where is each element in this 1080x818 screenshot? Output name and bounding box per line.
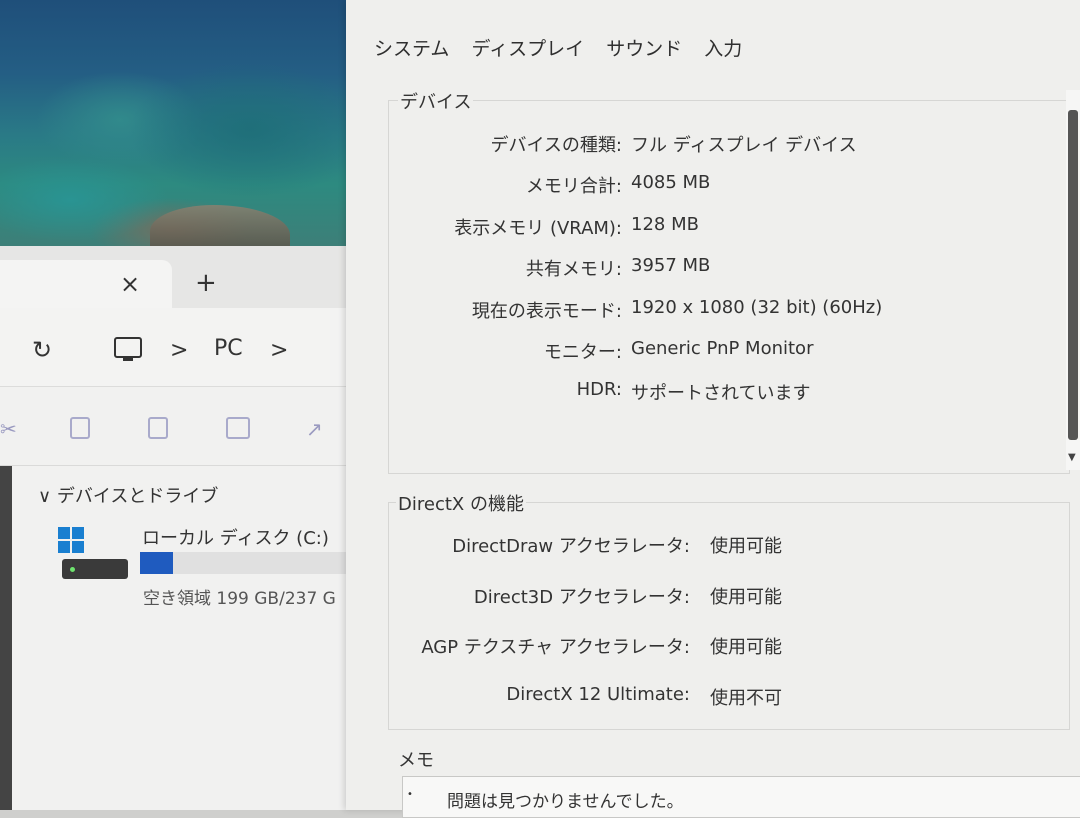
explorer-tab[interactable]: × — [0, 260, 172, 308]
devices-and-drives-header[interactable]: ∨ デバイスとドライブ — [38, 482, 218, 508]
tab-display[interactable]: ディスプレイ — [471, 38, 584, 60]
memo-title: メモ — [396, 746, 436, 772]
computer-icon[interactable] — [114, 337, 142, 361]
dx12-ultimate-label: DirectX 12 Ultimate: — [506, 684, 690, 705]
cut-icon[interactable]: ✂ — [0, 417, 22, 441]
directdraw-value: 使用可能 — [710, 536, 782, 557]
display-mode-value: 1920 x 1080 (32 bit) (60Hz) — [631, 297, 883, 318]
agp-texture-value: 使用可能 — [710, 637, 782, 658]
monitor-label: モニター: — [543, 342, 622, 363]
display-mode-label: 現在の表示モード: — [471, 301, 622, 322]
tab-system[interactable]: システム — [374, 38, 449, 60]
rename-icon[interactable] — [226, 417, 250, 439]
device-group-title: デバイス — [398, 88, 474, 114]
explorer-tab-bar: × + — [0, 246, 346, 308]
total-memory-value: 4085 MB — [631, 172, 711, 193]
directx-features-title: DirectX の機能 — [396, 490, 526, 516]
directdraw-label: DirectDraw アクセラレータ: — [452, 536, 690, 557]
paste-icon[interactable] — [148, 417, 170, 439]
monitor-value: Generic PnP Monitor — [631, 338, 814, 359]
drive-name[interactable]: ローカル ディスク (C:) — [142, 524, 329, 550]
close-tab-icon[interactable]: × — [120, 270, 140, 298]
drive-usage-fill — [140, 552, 173, 574]
tab-sound[interactable]: サウンド — [606, 38, 682, 60]
desktop-wallpaper — [0, 0, 346, 246]
file-explorer-window: × + ↻ > PC > ✂ ↗ ∨ デバイスとドライブ ローカル ディスク (… — [0, 246, 346, 810]
copy-icon[interactable] — [70, 417, 92, 439]
drive-free-space: 空き領域 199 GB/237 G — [143, 589, 336, 609]
dxdiag-tab-strip: システム ディスプレイ サウンド 入力 — [374, 34, 758, 61]
memo-text: 問題は見つかりませんでした。 — [447, 792, 684, 812]
drive-usage-bar — [140, 552, 346, 574]
hdr-value: サポートされています — [631, 383, 811, 404]
scroll-down-arrow-icon[interactable]: ▼ — [1068, 452, 1076, 463]
tab-input[interactable]: 入力 — [704, 38, 742, 60]
windows-logo-icon — [58, 527, 84, 553]
share-icon[interactable]: ↗ — [306, 417, 328, 441]
direct3d-label: Direct3D アクセラレータ: — [473, 587, 690, 608]
shared-memory-value: 3957 MB — [631, 255, 711, 276]
device-list-scrollbar[interactable]: ▼ — [1066, 90, 1080, 470]
breadcrumb-chevron-icon[interactable]: > — [170, 338, 188, 363]
agp-texture-label: AGP テクスチャ アクセラレータ: — [421, 637, 690, 658]
drive-icon[interactable] — [62, 559, 128, 579]
total-memory-label: メモリ合計: — [525, 176, 622, 197]
hdr-label: HDR: — [576, 379, 622, 400]
direct3d-value: 使用可能 — [710, 587, 782, 608]
directx-diagnostic-window: システム ディスプレイ サウンド 入力 デバイス デバイスの種類: フル ディス… — [346, 0, 1080, 818]
refresh-icon[interactable]: ↻ — [32, 336, 52, 364]
vram-label: 表示メモリ (VRAM): — [454, 218, 622, 239]
breadcrumb-chevron-icon[interactable]: > — [270, 338, 288, 363]
explorer-address-bar: ↻ > PC > — [0, 308, 346, 387]
vram-value: 128 MB — [631, 214, 699, 235]
shared-memory-label: 共有メモリ: — [525, 259, 622, 280]
breadcrumb-pc[interactable]: PC — [214, 336, 243, 361]
device-type-value: フル ディスプレイ デバイス — [631, 135, 857, 156]
memo-bullet: • — [407, 789, 413, 800]
device-type-label: デバイスの種類: — [490, 135, 622, 156]
navigation-pane-edge — [0, 466, 12, 810]
scrollbar-thumb[interactable] — [1068, 110, 1078, 440]
memo-box[interactable]: • 問題は見つかりませんでした。 — [402, 776, 1080, 818]
new-tab-icon[interactable]: + — [195, 268, 217, 298]
dx12-ultimate-value: 使用不可 — [710, 688, 782, 709]
explorer-command-bar: ✂ ↗ — [0, 387, 346, 466]
wallpaper-rocks — [150, 205, 290, 246]
